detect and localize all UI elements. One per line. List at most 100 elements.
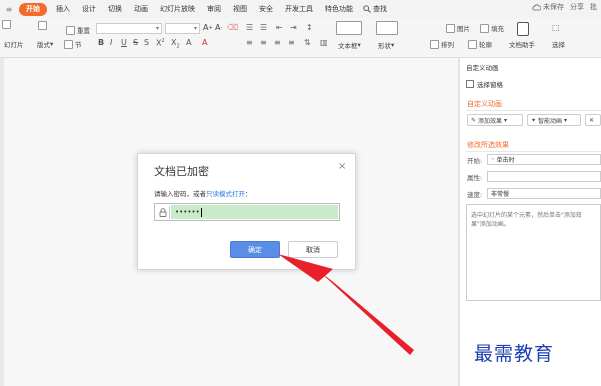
section-icon (64, 39, 73, 49)
property-label: 属性: (467, 174, 483, 182)
slide-label: 幻灯片 (4, 41, 24, 49)
tab-home[interactable]: 开始 (19, 2, 47, 16)
slide-button[interactable] (38, 21, 49, 30)
shapes-button[interactable]: 形状 ▾ (378, 40, 394, 50)
textbox-label: 文本框 (338, 42, 358, 50)
bullet-list-icon[interactable]: ☰ (246, 23, 253, 32)
italic-button[interactable]: I (110, 38, 112, 47)
new-slide-button[interactable]: 幻灯片 (4, 39, 24, 49)
section-button[interactable]: 节 (64, 39, 82, 49)
select-button[interactable]: 选择 (552, 39, 565, 49)
underline-button[interactable]: U (121, 38, 127, 47)
char-spacing-button[interactable]: A (186, 38, 191, 47)
speed-select[interactable]: 非常慢 (487, 188, 601, 199)
reset-icon (66, 25, 75, 35)
doc-helper-button[interactable]: 文档助手 (509, 39, 535, 49)
tab-review[interactable]: 审阅 (201, 3, 227, 16)
tab-view[interactable]: 视图 (227, 3, 253, 16)
ok-button[interactable]: 确定 (230, 241, 280, 258)
save-status[interactable]: 未保存 (532, 2, 564, 12)
modify-section-title: 修改所选效果 (467, 141, 509, 149)
picture-label: 图片 (457, 25, 470, 33)
numbered-list-icon[interactable]: ☰ (260, 23, 267, 32)
indent-increase-icon[interactable]: ⇥ (290, 23, 297, 32)
line-spacing-icon[interactable]: ↕ (306, 23, 313, 32)
chevron-down-icon: ▾ (357, 41, 361, 49)
search-button[interactable]: 查找 (363, 4, 387, 14)
readonly-mode-link[interactable]: 只读模式打开 (206, 190, 245, 198)
picture-icon (446, 23, 455, 33)
bold-button[interactable]: B (98, 38, 104, 47)
textbox-button[interactable]: 文本框 ▾ (338, 40, 361, 50)
align-right-icon[interactable]: ≡ (274, 38, 281, 47)
grow-font-button[interactable]: A + (203, 23, 213, 32)
arrange-icon (430, 39, 439, 49)
reset-button[interactable]: 重置 (66, 25, 90, 35)
animation-list-box[interactable]: 选中幻灯片的某个元素，然后单击"添加效果"添加动画。 (466, 204, 601, 301)
search-label: 查找 (373, 5, 387, 13)
text-direction-icon[interactable]: ⇅ (304, 38, 311, 47)
font-color-button[interactable]: A (202, 38, 207, 47)
custom-animation-panel: 自定义动画 选择窗格 自定义动画 ✎ 添加效果 ▾ ✦ 智能动画 ▾ ✕ 修改所… (460, 58, 601, 386)
select-icon[interactable]: ⬚ (552, 23, 560, 32)
password-prompt: 请输入密码，或者只读模式打开： (154, 188, 252, 198)
superscript-button[interactable]: X2 (156, 38, 165, 48)
subscript-button[interactable]: X2 (171, 38, 180, 50)
doc-helper-icon[interactable] (517, 22, 529, 36)
textbox-gallery[interactable] (336, 21, 364, 35)
pencil-icon: ✎ (471, 116, 477, 124)
select-pane-icon (466, 80, 474, 88)
justify-icon[interactable]: ≡ (288, 38, 295, 47)
align-left-icon[interactable]: ≡ (246, 38, 253, 47)
dialog-title: 文档已加密 (154, 165, 209, 178)
save-status-label: 未保存 (543, 3, 564, 11)
search-icon (363, 5, 371, 13)
arrange-button[interactable]: 排列 (430, 39, 454, 49)
tab-slideshow[interactable]: 幻灯片放映 (154, 3, 201, 16)
textbox-icon (336, 21, 362, 35)
close-icon[interactable]: × (338, 161, 346, 172)
shadow-button[interactable]: S (144, 38, 149, 47)
fill-icon (480, 23, 489, 33)
password-dialog: 文档已加密 × 请输入密码，或者只读模式打开： •••••• 确定 取消 (137, 153, 356, 270)
chevron-down-icon: ▾ (193, 25, 197, 32)
tab-insert[interactable]: 插入 (50, 3, 76, 16)
panel-divider (466, 110, 601, 111)
outline-button[interactable]: 轮廓 (468, 39, 492, 49)
smart-animation-button[interactable]: ✦ 智能动画 ▾ (527, 114, 581, 126)
delete-effect-button[interactable]: ✕ (585, 114, 601, 126)
picture-button[interactable]: 图片 (446, 23, 470, 33)
custom-anim-section-title: 自定义动画 (467, 100, 502, 108)
select-pane-link[interactable]: 选择窗格 (466, 79, 503, 89)
annotation-button[interactable]: 批 (590, 2, 597, 12)
fill-button[interactable]: 填充 (480, 23, 504, 33)
tab-features[interactable]: 特色功能 (319, 3, 359, 16)
shapes-icon (376, 21, 398, 35)
tab-developer[interactable]: 开发工具 (279, 3, 319, 16)
shapes-gallery[interactable] (376, 21, 400, 35)
columns-icon[interactable]: ▥ (320, 38, 328, 47)
share-button[interactable]: 分享 (570, 2, 584, 12)
menu-icon[interactable]: ≡ (2, 2, 16, 16)
font-size-select[interactable]: ▾ (165, 23, 200, 34)
property-select[interactable] (487, 171, 601, 182)
paste-button[interactable] (2, 20, 13, 29)
panel-title: 自定义动画 (466, 64, 499, 72)
tab-design[interactable]: 设计 (76, 3, 102, 16)
prompt-suffix: ： (245, 190, 252, 198)
clear-format-icon[interactable]: ⌫ (227, 23, 238, 32)
indent-decrease-icon[interactable]: ⇤ (276, 23, 283, 32)
password-input[interactable]: •••••• (171, 205, 338, 219)
tab-security[interactable]: 安全 (253, 3, 279, 16)
tab-transition[interactable]: 切换 (102, 3, 128, 16)
font-family-select[interactable]: ▾ (96, 23, 162, 34)
shrink-font-button[interactable]: A- (215, 23, 222, 32)
layout-button[interactable]: 版式 ▾ (37, 39, 53, 49)
start-select[interactable]: ◦ 单击时 (487, 154, 601, 165)
align-center-icon[interactable]: ≡ (260, 38, 267, 47)
add-effect-button[interactable]: ✎ 添加效果 ▾ (467, 114, 523, 126)
strikethrough-button[interactable]: S (133, 38, 138, 47)
tab-animation[interactable]: 动画 (128, 3, 154, 16)
outline-icon (468, 39, 477, 49)
cancel-button[interactable]: 取消 (288, 241, 338, 258)
